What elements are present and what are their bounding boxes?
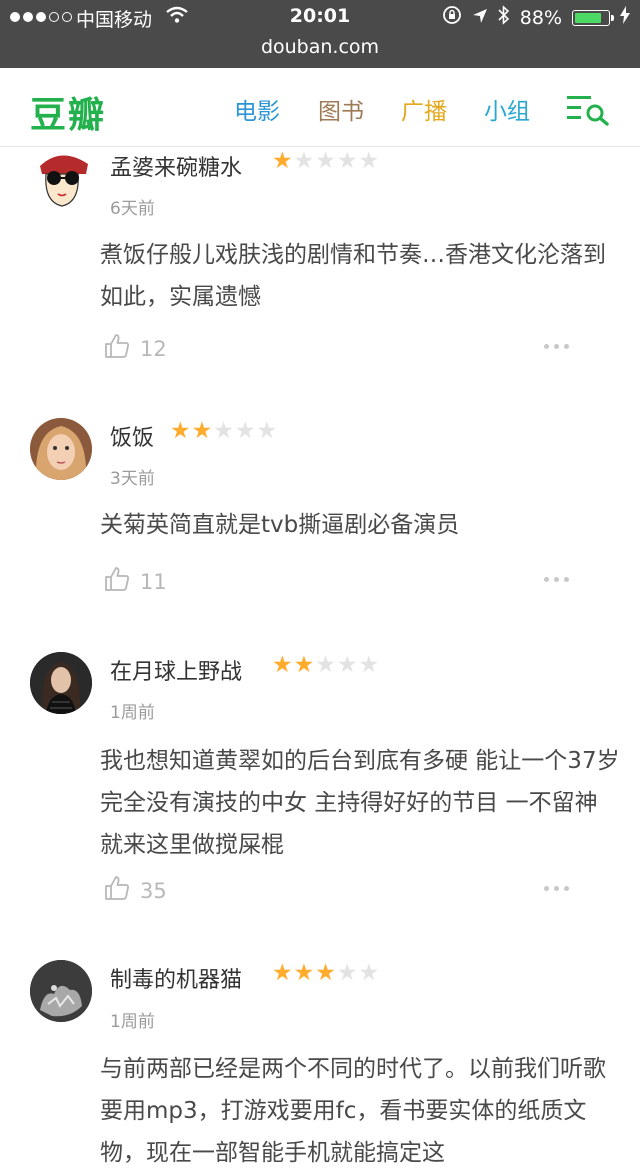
star-empty-icon: ★: [315, 148, 336, 174]
thumb-up-icon: [104, 566, 130, 597]
like-count: 11: [140, 569, 167, 594]
comment-text: 关菊英简直就是tvb撕逼剧必备演员: [100, 512, 460, 538]
bluetooth-icon: [498, 5, 510, 30]
star-empty-icon: ★: [358, 960, 380, 986]
star-empty-icon: ★: [336, 960, 358, 986]
rating-stars: ★ ★ ★ ★ ★: [272, 150, 379, 173]
star-filled-icon: ★: [170, 418, 191, 444]
rotation-lock-icon: [442, 5, 462, 30]
battery-percent: 88%: [519, 6, 562, 29]
star-filled-icon: ★: [293, 960, 315, 986]
star-empty-icon: ★: [358, 652, 380, 678]
comment-text: 煮饭仔般儿戏肤浅的剧情和节奏…香港文化沦落到如此，实属遗憾: [100, 242, 606, 310]
comment-author[interactable]: 在月球上野战: [110, 654, 242, 686]
rating-stars: ★ ★ ★ ★ ★: [170, 420, 277, 443]
comment-text: 我也想知道黄翠如的后台到底有多硬 能让一个37岁完全没有演技的中女 主持得好好的…: [100, 748, 620, 858]
douban-logo[interactable]: 豆瓣: [30, 86, 106, 138]
star-empty-icon: ★: [315, 652, 336, 678]
star-filled-icon: ★: [272, 148, 293, 174]
like-count: 12: [140, 336, 167, 361]
rating-stars: ★ ★ ★ ★ ★: [272, 654, 379, 677]
avatar[interactable]: [30, 652, 92, 714]
address-bar-url[interactable]: douban.com: [0, 36, 640, 58]
thumb-up-icon: [104, 875, 130, 906]
status-bar: 中国移动 20:01 88% douban.com: [0, 0, 640, 68]
comment-author[interactable]: 饭饭: [110, 420, 154, 452]
avatar[interactable]: [30, 418, 92, 480]
star-filled-icon: ★: [293, 652, 315, 678]
like-button[interactable]: 35: [104, 875, 167, 906]
like-button[interactable]: 12: [104, 333, 167, 364]
nav-item-movie[interactable]: 电影: [234, 92, 280, 126]
comment-time: 3天前: [110, 469, 155, 489]
avatar[interactable]: [30, 148, 92, 210]
nav-item-broadcast[interactable]: 广播: [401, 92, 447, 126]
like-button[interactable]: 11: [104, 566, 167, 597]
location-icon: [472, 7, 488, 29]
menu-search-icon[interactable]: [566, 94, 610, 130]
star-filled-icon: ★: [272, 652, 293, 678]
more-options-icon[interactable]: [544, 344, 569, 349]
nav-item-groups[interactable]: 小组: [484, 92, 530, 126]
star-empty-icon: ★: [234, 418, 256, 444]
more-options-icon[interactable]: [544, 577, 569, 582]
comment-time: 1周前: [110, 703, 155, 723]
star-empty-icon: ★: [358, 148, 380, 174]
comment-time: 6天前: [110, 199, 155, 219]
comment-author[interactable]: 孟婆来碗糖水: [110, 150, 242, 182]
star-empty-icon: ★: [213, 418, 234, 444]
star-empty-icon: ★: [256, 418, 278, 444]
comment-author[interactable]: 制毒的机器猫: [110, 962, 242, 994]
star-filled-icon: ★: [315, 960, 336, 986]
star-filled-icon: ★: [272, 960, 293, 986]
star-empty-icon: ★: [336, 652, 358, 678]
star-empty-icon: ★: [293, 148, 315, 174]
comment-text: 与前两部已经是两个不同的时代了。以前我们听歌要用mp3，打游戏要用fc，看书要实…: [100, 1056, 606, 1166]
comment-time: 1周前: [110, 1012, 155, 1032]
battery-icon: [572, 9, 614, 26]
site-header: 豆瓣 电影 图书 广播 小组: [0, 68, 640, 147]
rating-stars: ★ ★ ★ ★ ★: [272, 962, 379, 985]
nav-item-books[interactable]: 图书: [318, 92, 364, 126]
charging-icon: [620, 6, 630, 29]
avatar[interactable]: [30, 960, 92, 1022]
thumb-up-icon: [104, 333, 130, 364]
star-filled-icon: ★: [191, 418, 213, 444]
more-options-icon[interactable]: [544, 886, 569, 891]
star-empty-icon: ★: [336, 148, 358, 174]
like-count: 35: [140, 878, 167, 903]
